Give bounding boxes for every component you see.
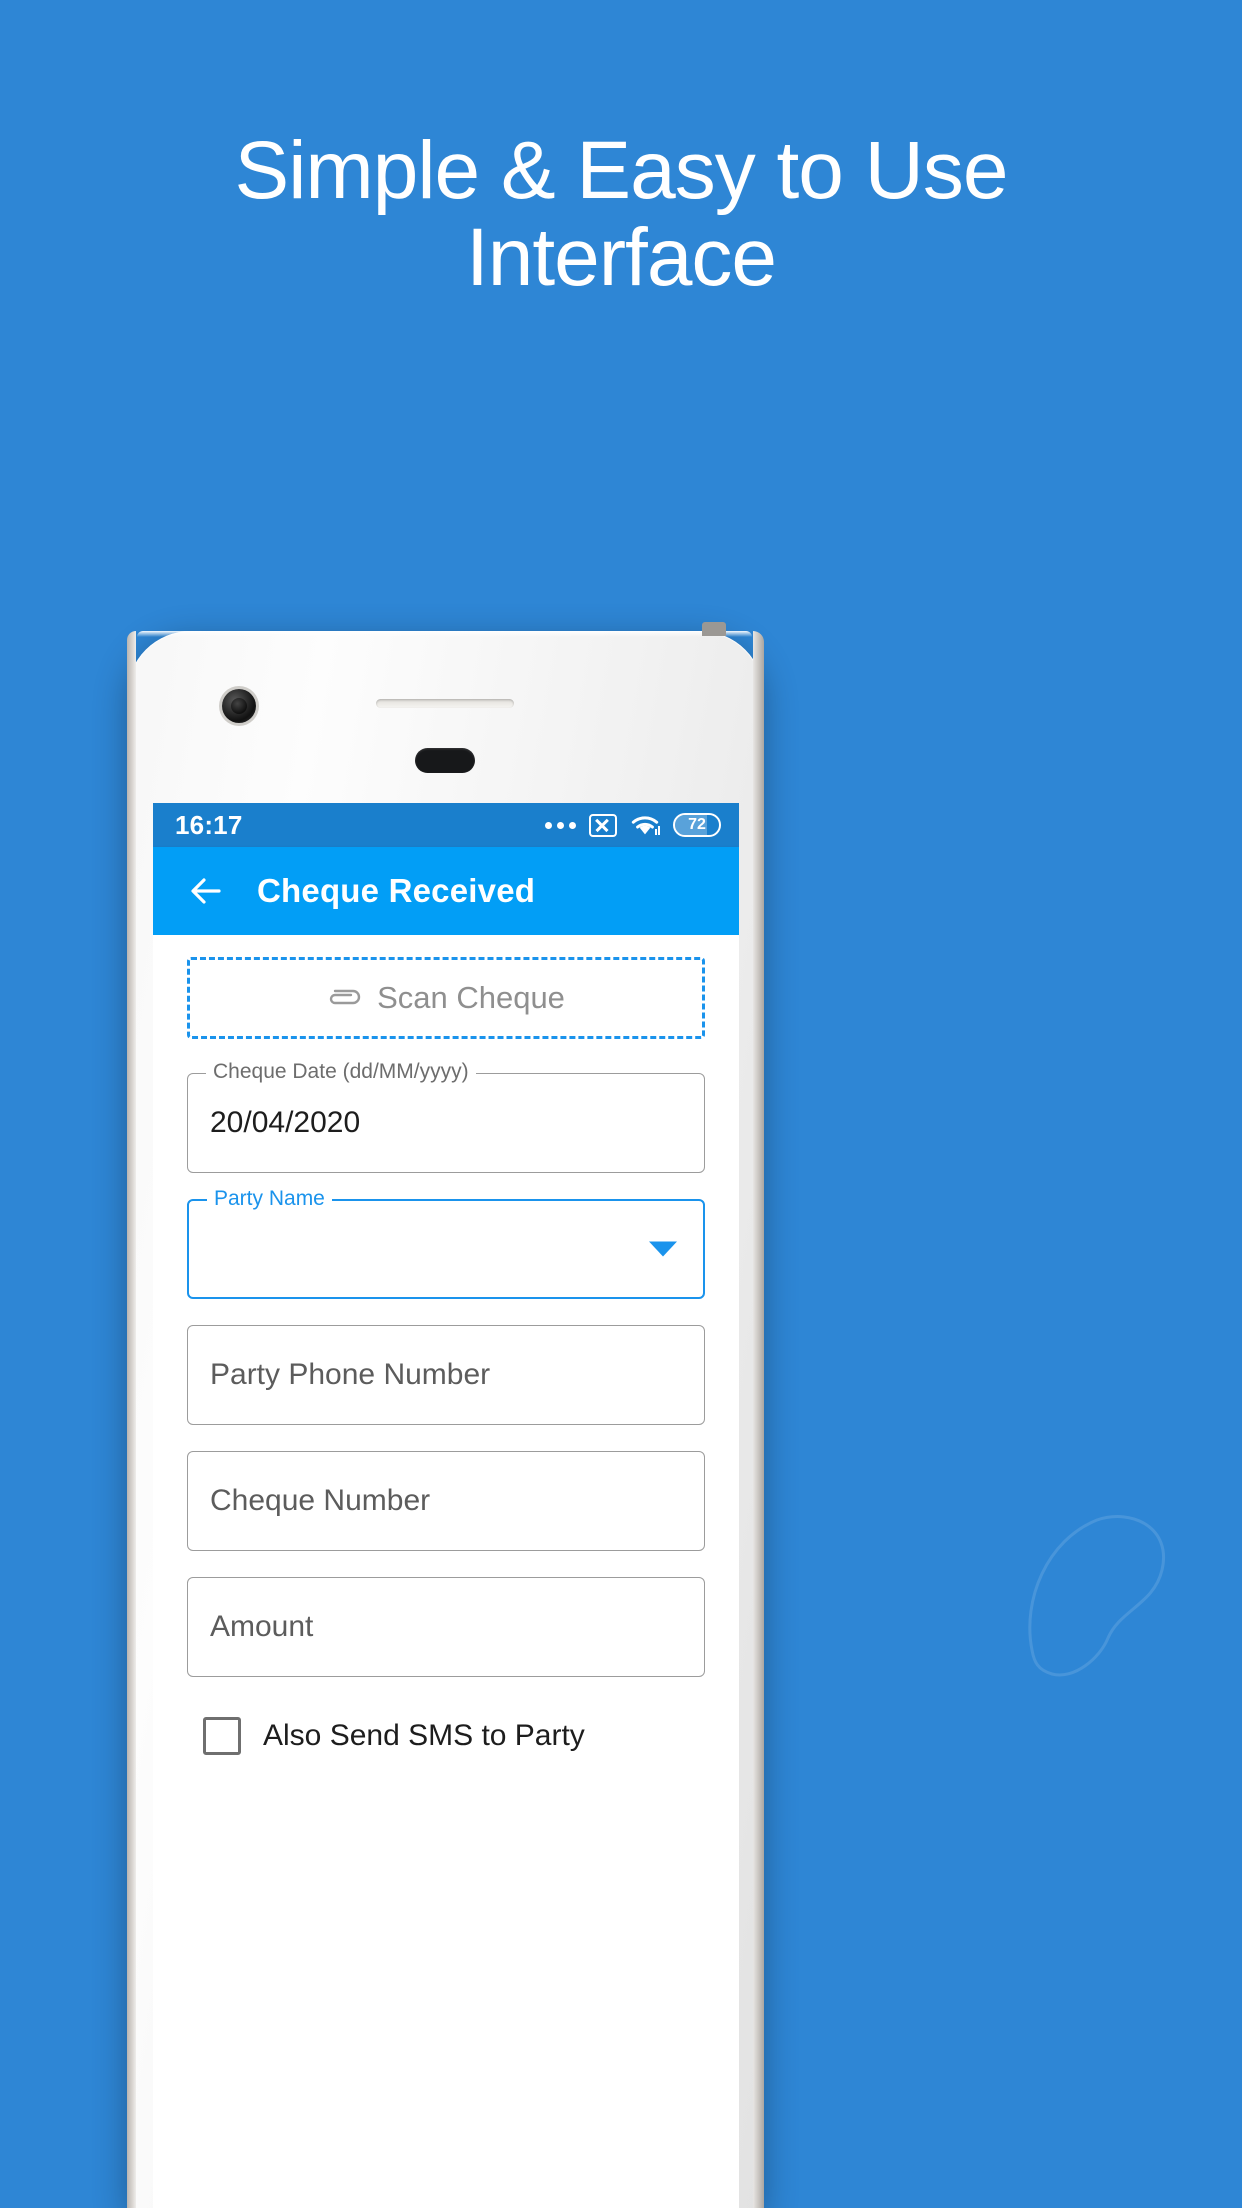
cheque-form: Scan Cheque Cheque Date (dd/MM/yyyy) 20/… xyxy=(153,935,739,2208)
no-sim-icon xyxy=(589,813,617,837)
phone-left-rim xyxy=(127,631,136,2208)
send-sms-checkbox-row[interactable]: Also Send SMS to Party xyxy=(187,1717,705,1755)
chevron-down-icon[interactable] xyxy=(649,1241,677,1257)
headline-line-2: Interface xyxy=(465,211,777,303)
amount-placeholder: Amount xyxy=(210,1610,314,1643)
amount-field[interactable]: Amount xyxy=(187,1577,705,1677)
front-sensor-pill xyxy=(415,748,475,773)
cheque-number-placeholder: Cheque Number xyxy=(210,1484,431,1517)
headline-line-1: Simple & Easy to Use xyxy=(234,125,1009,216)
camera-lens-inner xyxy=(231,698,247,714)
party-name-label: Party Name xyxy=(207,1188,332,1209)
scan-cheque-button[interactable]: Scan Cheque xyxy=(187,957,705,1039)
background-watermark xyxy=(1028,1515,1165,1677)
paperclip-icon xyxy=(327,987,361,1009)
send-sms-label: Also Send SMS to Party xyxy=(263,1719,585,1752)
page-title: Simple & Easy to Use Interface xyxy=(0,125,1242,303)
cheque-date-field[interactable]: Cheque Date (dd/MM/yyyy) 20/04/2020 xyxy=(187,1061,705,1173)
phone-top-nub xyxy=(702,622,726,636)
cheque-date-label: Cheque Date (dd/MM/yyyy) xyxy=(206,1061,476,1082)
app-bar: Cheque Received xyxy=(153,847,739,935)
phone-right-rim xyxy=(753,631,764,2208)
battery-icon: 72 xyxy=(673,813,721,837)
cheque-number-field[interactable]: Cheque Number xyxy=(187,1451,705,1551)
scan-cheque-label: Scan Cheque xyxy=(377,980,565,1015)
front-camera-icon xyxy=(222,689,256,723)
phone-screen: 16:17 72 Cheque Received Scan Cheque Che… xyxy=(153,803,739,2208)
status-time: 16:17 xyxy=(175,809,243,840)
earpiece-speaker xyxy=(376,699,514,708)
back-arrow-icon[interactable] xyxy=(185,870,227,912)
phone-top-highlight xyxy=(137,631,752,637)
party-phone-placeholder: Party Phone Number xyxy=(210,1358,491,1391)
status-icon-group: 72 xyxy=(545,813,721,837)
send-sms-checkbox[interactable] xyxy=(203,1717,241,1755)
party-name-dropdown[interactable]: Party Name xyxy=(187,1188,705,1299)
status-bar: 16:17 72 xyxy=(153,803,739,847)
wifi-icon xyxy=(631,815,660,835)
cheque-date-value: 20/04/2020 xyxy=(210,1106,361,1139)
battery-percent-label: 72 xyxy=(688,816,706,833)
phone-mockup: 16:17 72 Cheque Received Scan Cheque Che… xyxy=(127,622,764,2208)
more-dots-icon xyxy=(545,821,576,829)
app-bar-title: Cheque Received xyxy=(257,872,536,909)
party-phone-field[interactable]: Party Phone Number xyxy=(187,1325,705,1425)
